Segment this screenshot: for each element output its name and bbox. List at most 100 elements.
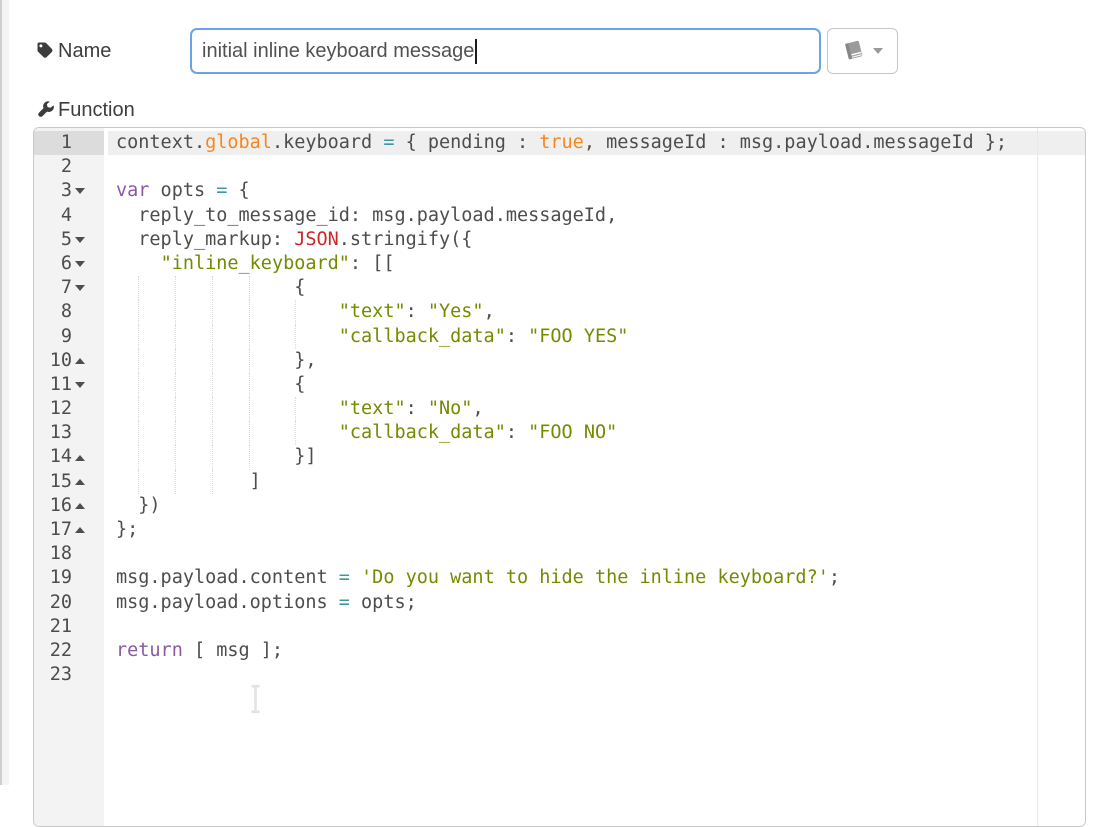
code-text[interactable]: "inline_keyboard": [[ [108,252,1085,276]
code-text[interactable]: msg.payload.options = opts; [108,591,1085,615]
fold-toggle-icon[interactable] [72,518,88,542]
code-text[interactable] [108,155,1085,179]
indent-guide [249,421,250,445]
caret-down-icon [873,48,883,54]
gutter-cell: 8 [34,300,104,324]
code-text[interactable]: msg.payload.content = 'Do you want to hi… [108,566,1085,590]
line-number: 18 [34,542,72,566]
gutter-cell: 4 [34,204,104,228]
fold-toggle-icon[interactable] [72,349,88,373]
code-line[interactable]: 13 "callback_data": "FOO NO" [34,421,1085,445]
code-line[interactable]: 5 reply_markup: JSON.stringify({ [34,228,1085,252]
line-number: 3 [34,179,72,203]
code-text[interactable]: ] [108,470,1085,494]
code-line[interactable]: 18 [34,542,1085,566]
gutter-cell: 17 [34,518,104,542]
code-line[interactable]: 16 }) [34,494,1085,518]
code-text[interactable] [108,542,1085,566]
code-line[interactable]: 10 }, [34,349,1085,373]
indent-guide [295,300,296,324]
code-text[interactable] [108,615,1085,639]
code-text[interactable]: "text": "Yes", [108,300,1085,324]
code-line[interactable]: 7 { [34,276,1085,300]
code-line[interactable]: 17}; [34,518,1085,542]
fold-toggle-icon[interactable] [72,179,88,203]
indent-guide [295,397,296,421]
line-number: 23 [34,663,72,687]
line-number: 13 [34,421,72,445]
indent-guide [138,397,139,421]
fold-toggle-icon[interactable] [72,373,88,397]
code-line[interactable]: 19msg.payload.content = 'Do you want to … [34,566,1085,590]
indent-guide [249,349,250,373]
fold-toggle-icon[interactable] [72,470,88,494]
code-text[interactable]: return [ msg ]; [108,639,1085,663]
indent-guide [138,276,139,300]
gutter-cell: 19 [34,566,104,590]
indent-guide [212,421,213,445]
code-line[interactable]: 3 var opts = { [34,179,1085,203]
gutter-cell: 5 [34,228,104,252]
fold-toggle-icon[interactable] [72,494,88,518]
indent-guide [212,470,213,494]
gutter-cell: 12 [34,397,104,421]
indent-guide [212,349,213,373]
gutter-cell: 1 [34,131,104,155]
indent-guide [175,373,176,397]
code-text[interactable]: reply_markup: JSON.stringify({ [108,228,1085,252]
fold-spacer [72,300,88,324]
code-text[interactable]: "text": "No", [108,397,1085,421]
code-line[interactable]: 22return [ msg ]; [34,639,1085,663]
code-text[interactable]: "callback_data": "FOO NO" [108,421,1085,445]
code-line[interactable]: 8 "text": "Yes", [34,300,1085,324]
code-line[interactable]: 12 "text": "No", [34,397,1085,421]
ibeam-mouse-cursor [248,684,263,719]
gutter-cell: 10 [34,349,104,373]
function-code-editor[interactable]: 1context.global.keyboard = { pending : t… [33,127,1086,827]
code-line[interactable]: 2 [34,155,1085,179]
indent-guide [175,397,176,421]
name-input[interactable]: initial inline keyboard message [190,28,821,74]
indent-guide [175,445,176,469]
code-line[interactable]: 1context.global.keyboard = { pending : t… [34,131,1085,155]
name-input-value: initial inline keyboard message [202,40,474,63]
library-button[interactable] [827,28,898,74]
line-number: 12 [34,397,72,421]
indent-guide [212,300,213,324]
fold-toggle-icon[interactable] [72,228,88,252]
code-line[interactable]: 15 ] [34,470,1085,494]
code-line[interactable]: 21 [34,615,1085,639]
code-text[interactable]: { [108,373,1085,397]
code-line[interactable]: 9 "callback_data": "FOO YES" [34,325,1085,349]
indent-guide [295,325,296,349]
code-text[interactable]: }; [108,518,1085,542]
code-line[interactable]: 6 "inline_keyboard": [[ [34,252,1085,276]
line-number: 17 [34,518,72,542]
line-number: 5 [34,228,72,252]
indent-guide [249,276,250,300]
line-number: 8 [34,300,72,324]
code-text[interactable]: }) [108,494,1085,518]
code-text[interactable]: "callback_data": "FOO YES" [108,325,1085,349]
code-text[interactable]: }] [108,445,1085,469]
fold-toggle-icon[interactable] [72,445,88,469]
code-text[interactable]: { [108,276,1085,300]
wrench-icon [36,100,55,124]
line-number: 4 [34,204,72,228]
code-text[interactable]: context.global.keyboard = { pending : tr… [108,131,1085,155]
code-text[interactable]: var opts = { [108,179,1085,203]
fold-toggle-icon[interactable] [72,276,88,300]
indent-guide [249,445,250,469]
code-line[interactable]: 20msg.payload.options = opts; [34,591,1085,615]
code-line[interactable]: 23 [34,663,1085,687]
gutter-cell: 22 [34,639,104,663]
code-text[interactable]: }, [108,349,1085,373]
code-line[interactable]: 4 reply_to_message_id: msg.payload.messa… [34,204,1085,228]
code-text[interactable]: reply_to_message_id: msg.payload.message… [108,204,1085,228]
code-line[interactable]: 14 }] [34,445,1085,469]
line-number: 11 [34,373,72,397]
indent-guide [212,397,213,421]
fold-spacer [72,542,88,566]
fold-toggle-icon[interactable] [72,252,88,276]
code-line[interactable]: 11 { [34,373,1085,397]
